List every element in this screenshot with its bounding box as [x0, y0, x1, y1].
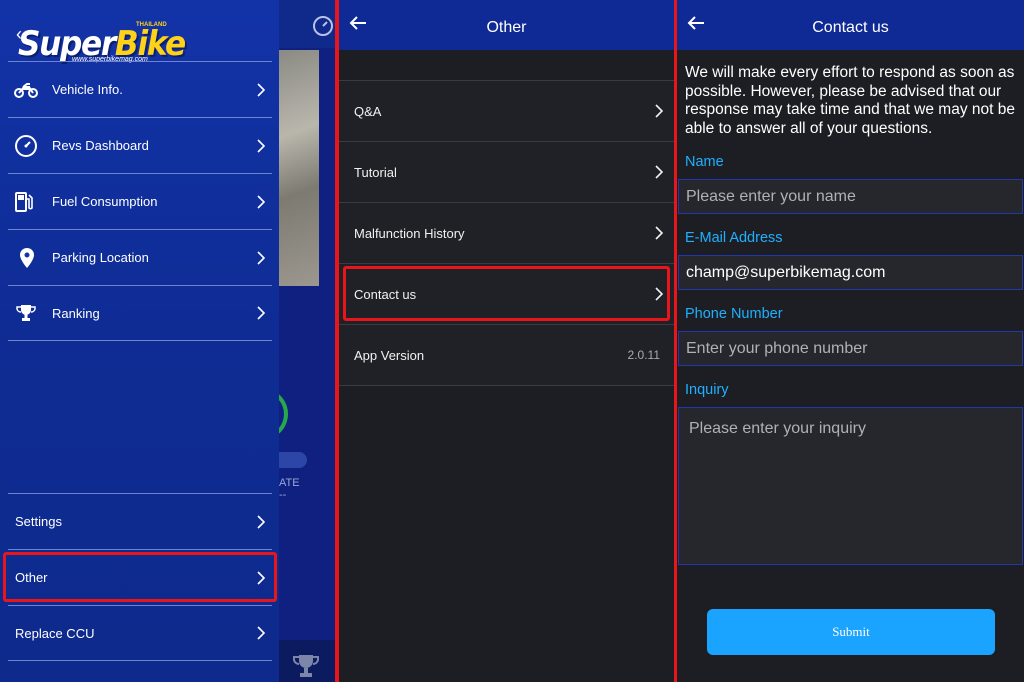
page-title: Other — [486, 19, 527, 36]
menu-item-settings[interactable]: Settings — [8, 493, 272, 549]
navigation-drawer: SuperBike ‹ THAILAND www.superbikemag.co… — [0, 0, 279, 682]
chevron-right-icon — [257, 82, 266, 97]
menu-item-ranking[interactable]: Ranking — [8, 285, 272, 341]
superbike-logo: SuperBike ‹ THAILAND www.superbikemag.co… — [16, 18, 186, 66]
row-app-version: App Version 2.0.11 — [339, 324, 674, 385]
speedometer-icon — [15, 134, 37, 157]
background-partial-text: ATE -- — [279, 477, 300, 501]
phone-label: Phone Number — [685, 306, 783, 322]
menu-item-replace-ccu[interactable]: Replace CCU — [8, 605, 272, 661]
name-field[interactable]: Please enter your name — [678, 179, 1023, 214]
motorcycle-icon — [14, 82, 38, 98]
background-pill — [279, 452, 307, 468]
email-label: E-Mail Address — [685, 230, 783, 246]
other-screen: Other Q&A Tutorial Malfunction History C… — [339, 0, 674, 682]
trophy-icon — [16, 305, 36, 321]
chevron-right-icon — [257, 194, 266, 209]
intro-text: We will make every effort to respond as … — [685, 64, 1015, 137]
row-qa[interactable]: Q&A — [339, 80, 674, 141]
chevron-right-icon — [257, 570, 266, 585]
menu-item-vehicle-info[interactable]: Vehicle Info. — [8, 61, 272, 117]
page-title: Contact us — [812, 19, 889, 36]
fuel-pump-icon — [15, 191, 33, 212]
row-malfunction-history[interactable]: Malfunction History — [339, 202, 674, 263]
menu-item-label: Other — [15, 570, 48, 585]
inquiry-label: Inquiry — [685, 382, 729, 398]
email-field[interactable]: champ@superbikemag.com — [678, 255, 1023, 290]
row-contact-us[interactable]: Contact us — [339, 263, 674, 324]
background-photo — [279, 50, 319, 286]
chevron-right-icon — [655, 104, 664, 118]
speedometer-icon[interactable] — [312, 15, 334, 37]
menu-item-other[interactable]: Other — [8, 549, 272, 605]
navbar: Contact us — [677, 0, 1024, 50]
row-label: Malfunction History — [354, 225, 465, 241]
navbar: Other — [339, 0, 674, 50]
app-version-value: 2.0.11 — [627, 348, 660, 362]
chevron-right-icon — [257, 306, 266, 320]
chevron-right-icon — [655, 226, 664, 240]
menu-item-label: Vehicle Info. — [52, 82, 123, 97]
chevron-right-icon — [257, 626, 266, 640]
menu-item-label: Ranking — [52, 305, 100, 321]
chevron-right-icon — [257, 138, 266, 153]
chevron-right-icon — [257, 514, 266, 529]
logo-country: THAILAND — [136, 22, 167, 28]
side-menu-panel: ATE -- SuperBike ‹ THAILAND www.superbik… — [0, 0, 336, 682]
row-label: Tutorial — [354, 164, 397, 180]
menu-item-label: Fuel Consumption — [52, 194, 158, 209]
phone-field[interactable]: Enter your phone number — [678, 331, 1023, 366]
row-label: Q&A — [354, 103, 382, 119]
name-label: Name — [685, 154, 724, 170]
divider — [339, 385, 674, 386]
back-arrow-icon[interactable]: ‹ — [16, 24, 22, 45]
menu-item-label: Replace CCU — [15, 625, 95, 641]
submit-button[interactable]: Submit — [707, 609, 995, 655]
location-pin-icon — [20, 247, 34, 268]
chevron-right-icon — [655, 165, 664, 179]
inquiry-textarea[interactable]: Please enter your inquiry — [678, 407, 1023, 565]
section-gap — [339, 50, 674, 80]
row-tutorial[interactable]: Tutorial — [339, 141, 674, 202]
chevron-right-icon — [655, 287, 664, 301]
menu-item-fuel-consumption[interactable]: Fuel Consumption — [8, 173, 272, 229]
menu-item-label: Parking Location — [52, 250, 149, 265]
contact-us-screen: Contact us We will make every effort to … — [677, 0, 1024, 682]
menu-item-parking-location[interactable]: Parking Location — [8, 229, 272, 285]
menu-item-revs-dashboard[interactable]: Revs Dashboard — [8, 117, 272, 173]
row-label: Contact us — [354, 286, 417, 302]
menu-item-label: Revs Dashboard — [52, 138, 149, 153]
row-label: App Version — [354, 347, 425, 363]
menu-item-label: Settings — [15, 514, 62, 529]
trophy-icon[interactable] — [292, 653, 320, 679]
chevron-right-icon — [257, 250, 266, 265]
